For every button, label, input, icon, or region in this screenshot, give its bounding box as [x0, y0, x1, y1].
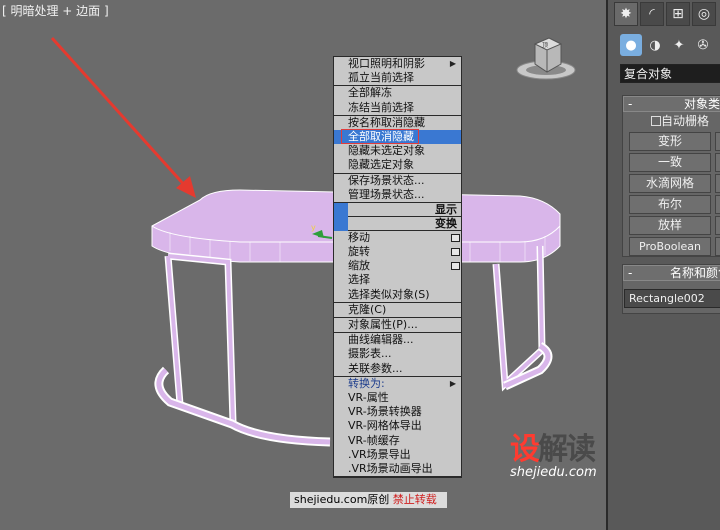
menu-section-display-1: 视口照明和阴影 ▶ 孤立当前选择: [334, 57, 461, 87]
auto-grid-checkbox[interactable]: [651, 116, 661, 126]
menu-item-vr-scene-converter[interactable]: VR-场景转换器: [334, 405, 461, 419]
object-type-header[interactable]: -对象类型: [623, 96, 720, 112]
settings-box-icon[interactable]: [451, 248, 460, 257]
menu-item-viewport-lighting[interactable]: 视口照明和阴影 ▶: [334, 57, 461, 71]
viewcube[interactable]: 顶: [515, 36, 577, 82]
svg-text:y: y: [311, 223, 316, 232]
menu-item-object-properties[interactable]: 对象属性(P)...: [334, 318, 461, 332]
settings-box-icon[interactable]: [451, 233, 460, 242]
menu-item-vr-scene-export[interactable]: .VR场景导出: [334, 448, 461, 462]
quad-header-transform: 变换: [334, 216, 461, 231]
procutter-button-stub[interactable]: [715, 237, 720, 256]
base-ring-fill: [156, 368, 331, 445]
shapemerge-button-stub[interactable]: [715, 174, 720, 193]
watermark-warning: 禁止转载: [392, 493, 437, 506]
submenu-arrow-icon: ▶: [449, 59, 456, 68]
menu-item-wire-parameters[interactable]: 关联参数...: [334, 362, 461, 376]
object-name-input[interactable]: Rectangle002: [624, 289, 720, 308]
shapes-icon[interactable]: ◑: [644, 34, 666, 56]
object-type-rollout: -对象类型 自动栅格 变形 一致 水滴网格 布尔 放样 ProBoolean: [622, 95, 720, 257]
menu-item-dope-sheet[interactable]: 摄影表...: [334, 347, 461, 361]
menu-item-manage-scene-states[interactable]: 管理场景状态...: [334, 188, 461, 202]
quad-header-display: 显示: [334, 202, 461, 217]
hierarchy-tab-icon[interactable]: ⊞: [666, 2, 690, 26]
menu-item-isolate-selection[interactable]: 孤立当前选择: [334, 71, 461, 85]
perspective-viewport[interactable]: y [ 明暗处理 + 边面 ] 顶 视口照明和阴影 ▶ 孤立当前选择 全部解冻 冻…: [0, 0, 606, 530]
blobmesh-button[interactable]: 水滴网格: [629, 174, 711, 193]
logo-domain: shejiedu.com: [510, 465, 597, 480]
name-color-header[interactable]: -名称和颜色: [623, 265, 720, 281]
category-dropdown[interactable]: 复合对象: [620, 64, 720, 83]
red-pointer-arrow: [50, 36, 189, 190]
connect-button-stub[interactable]: [715, 153, 720, 172]
proboolean-button[interactable]: ProBoolean: [629, 237, 711, 256]
menu-item-save-scene-state[interactable]: 保存场景状态...: [334, 174, 461, 188]
menu-section-properties: 对象属性(P)...: [334, 318, 461, 334]
logo-char-a: 设: [510, 432, 540, 467]
menu-section-editors: 曲线编辑器... 摄影表... 关联参数...: [334, 333, 461, 377]
settings-box-icon[interactable]: [451, 262, 460, 271]
auto-grid-row[interactable]: 自动栅格: [623, 112, 720, 130]
scatter-button-stub[interactable]: [715, 132, 720, 151]
command-panel: ✸ ◜ ⊞ ◎ ● ◑ ✦ ✇ 复合对象 -对象类型 自动栅格 变形 一致 水滴…: [608, 0, 720, 530]
menu-section-clone: 克隆(C): [334, 303, 461, 318]
viewcube-label: 顶: [542, 42, 548, 49]
morph-button[interactable]: 变形: [629, 132, 711, 151]
quad-context-menu: 视口照明和阴影 ▶ 孤立当前选择 全部解冻 冻结当前选择 按名称取消隐藏 全部取消…: [333, 56, 462, 479]
menu-item-hide-selection[interactable]: 隐藏选定对象: [334, 158, 461, 172]
conform-button[interactable]: 一致: [629, 153, 711, 172]
loft-button[interactable]: 放样: [629, 216, 711, 235]
menu-item-unfreeze-all[interactable]: 全部解冻: [334, 86, 461, 100]
menu-item-clone[interactable]: 克隆(C): [334, 303, 461, 317]
menu-item-freeze-selection[interactable]: 冻结当前选择: [334, 101, 461, 115]
command-panel-tabs: ✸ ◜ ⊞ ◎: [614, 2, 716, 28]
terrain-button-stub[interactable]: [715, 195, 720, 214]
menu-item-unhide-by-name[interactable]: 按名称取消隐藏: [334, 116, 461, 130]
highlight-callout-box: [341, 129, 419, 144]
menu-item-scale[interactable]: 缩放: [334, 259, 461, 273]
menu-item-vr-properties[interactable]: VR-属性: [334, 391, 461, 405]
lights-icon[interactable]: ✦: [668, 34, 690, 56]
boolean-button[interactable]: 布尔: [629, 195, 711, 214]
menu-section-display-4: 保存场景状态... 管理场景状态...: [334, 174, 461, 203]
modify-tab-icon[interactable]: ◜: [640, 2, 664, 26]
site-logo: 设解读 shejiedu.com: [510, 424, 597, 480]
create-subtabs: ● ◑ ✦ ✇: [620, 34, 714, 60]
create-tab-icon[interactable]: ✸: [614, 2, 638, 26]
menu-item-hide-unselected[interactable]: 隐藏未选定对象: [334, 144, 461, 158]
logo-char-b: 解读: [538, 432, 596, 467]
menu-item-vr-mesh-export[interactable]: VR-网格体导出: [334, 419, 461, 433]
watermark-site: shejiedu.com原创: [294, 493, 390, 506]
menu-item-select[interactable]: 选择: [334, 273, 461, 287]
menu-section-display-3: 按名称取消隐藏 全部取消隐藏 隐藏未选定对象 隐藏选定对象: [334, 116, 461, 174]
motion-tab-icon[interactable]: ◎: [692, 2, 716, 26]
menu-item-select-similar[interactable]: 选择类似对象(S): [334, 288, 461, 302]
menu-section-convert: 转换为: ▶ VR-属性 VR-场景转换器 VR-网格体导出 VR-帧缓存 .VR…: [334, 377, 461, 478]
mesher-button-stub[interactable]: [715, 216, 720, 235]
menu-item-vr-scene-anim-export[interactable]: .VR场景动画导出: [334, 462, 461, 476]
submenu-arrow-icon: ▶: [449, 378, 456, 388]
menu-item-rotate[interactable]: 旋转: [334, 245, 461, 259]
cameras-icon[interactable]: ✇: [692, 34, 714, 56]
menu-item-vr-frame-buffer[interactable]: VR-帧缓存: [334, 434, 461, 448]
menu-item-curve-editor[interactable]: 曲线编辑器...: [334, 333, 461, 347]
menu-section-transform: 移动 旋转 缩放 选择 选择类似对象(S): [334, 231, 461, 303]
menu-section-display-2: 全部解冻 冻结当前选择: [334, 86, 461, 116]
geometry-icon[interactable]: ●: [620, 34, 642, 56]
watermark-bar: shejiedu.com原创 禁止转载: [290, 492, 447, 508]
viewport-label[interactable]: [ 明暗处理 + 边面 ]: [2, 2, 109, 19]
menu-item-convert-to[interactable]: 转换为: ▶: [334, 377, 461, 391]
menu-item-move[interactable]: 移动: [334, 231, 461, 245]
